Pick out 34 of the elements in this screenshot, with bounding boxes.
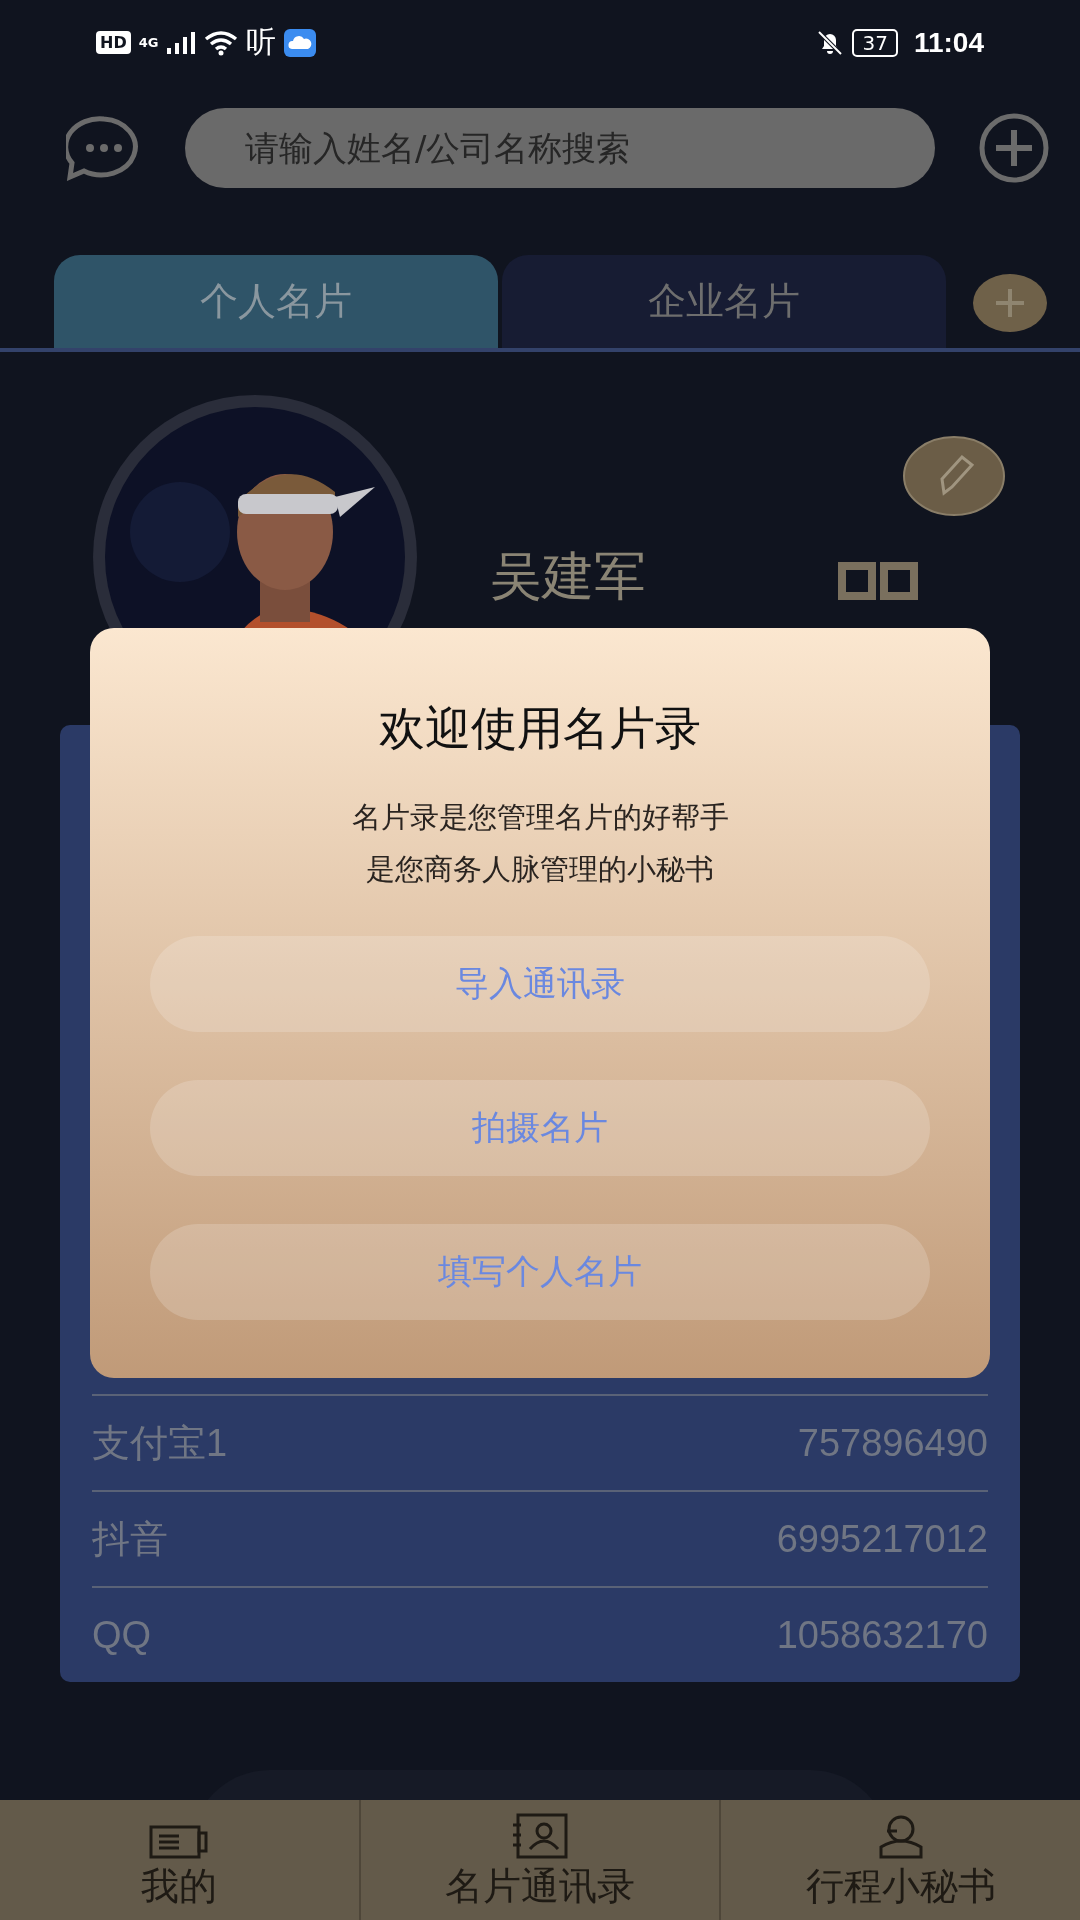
mute-bell-icon <box>816 28 845 57</box>
nav-item[interactable]: 行程小秘书 <box>719 1800 1080 1920</box>
dialog-button[interactable]: 导入通讯录 <box>150 936 930 1032</box>
dialog-button[interactable]: 填写个人名片 <box>150 1224 930 1320</box>
row-value: 757896490 <box>797 1421 988 1465</box>
add-icon[interactable] <box>978 111 1050 184</box>
cloud-icon <box>284 28 317 57</box>
dialog-button[interactable]: 拍摄名片 <box>150 1080 930 1176</box>
tab[interactable]: 个人名片 <box>54 255 498 348</box>
signal-icon <box>166 30 197 55</box>
wifi-icon <box>204 29 239 56</box>
profile-name: 吴建军 <box>490 545 646 608</box>
row-label: 抖音 <box>92 1516 168 1562</box>
network-label: 4G <box>138 35 159 50</box>
edit-icon[interactable] <box>902 435 1006 517</box>
dialog-text: 名片录是您管理名片的好帮手 <box>351 799 729 836</box>
qr-code-icon[interactable] <box>838 562 918 602</box>
nav-item[interactable]: 我的 <box>0 1800 359 1920</box>
dialog-title: 欢迎使用名片录 <box>379 700 701 757</box>
contact-card-icon <box>512 1813 568 1859</box>
clock: 11:04 <box>913 26 984 59</box>
row-label: 支付宝1 <box>92 1420 228 1466</box>
card-icon <box>149 1825 210 1859</box>
listen-label: 听 <box>246 23 277 61</box>
add-tab-icon[interactable] <box>972 273 1048 333</box>
nav-item[interactable]: 名片通讯录 <box>358 1800 720 1920</box>
battery-icon: 37 <box>852 28 898 57</box>
search-field[interactable]: 请输入姓名/公司名称搜索 <box>185 107 935 188</box>
hd-icon: HD <box>96 31 131 54</box>
dialog-text: 是您商务人脉管理的小秘书 <box>366 851 714 888</box>
tab[interactable]: 企业名片 <box>502 255 946 348</box>
row-value: 1058632170 <box>776 1613 988 1657</box>
row-label: QQ <box>92 1613 152 1657</box>
row-value: 6995217012 <box>776 1517 988 1561</box>
